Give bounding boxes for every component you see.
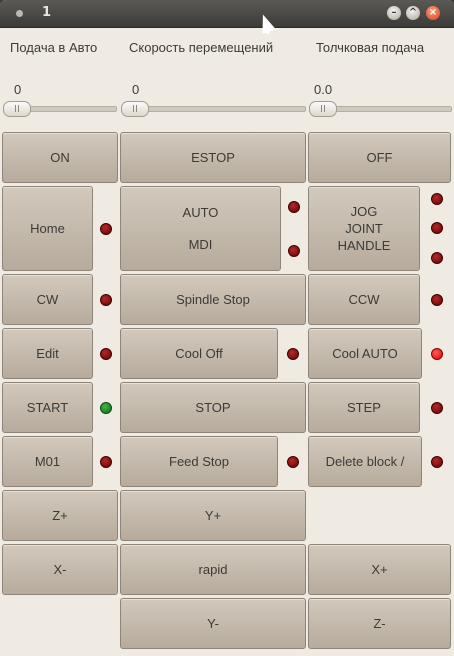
cool-auto-indicator [431, 348, 443, 360]
feed-auto-label: Подача в Авто [10, 40, 98, 55]
edit-button[interactable]: Edit [2, 328, 93, 379]
rapid-speed-slider-handle[interactable] [121, 101, 149, 117]
cool-auto-button[interactable]: Cool AUTO [308, 328, 422, 379]
mouse-cursor-icon [256, 12, 276, 34]
feed-auto-value: 0 [14, 82, 22, 97]
joint-label: JOINT [345, 221, 383, 236]
start-button[interactable]: START [2, 382, 93, 433]
title-bar: 1 – ^ × [0, 0, 454, 34]
mdi-indicator [288, 245, 300, 257]
jog-label: JOG [350, 204, 378, 219]
m01-indicator [100, 456, 112, 468]
z-plus-button[interactable]: Z+ [2, 490, 118, 541]
rapid-button[interactable]: rapid [120, 544, 306, 595]
delete-block-button[interactable]: Delete block / [308, 436, 422, 487]
joint-indicator [431, 222, 443, 234]
jog-feed-slider-handle[interactable] [309, 101, 337, 117]
cool-off-button[interactable]: Cool Off [120, 328, 278, 379]
feed-stop-button[interactable]: Feed Stop [120, 436, 278, 487]
mode-button[interactable]: AUTO MDI [120, 186, 281, 271]
minimize-button[interactable]: – [387, 6, 401, 20]
rapid-speed-value: 0 [132, 82, 140, 97]
delete-block-indicator [431, 456, 443, 468]
close-button[interactable]: × [426, 6, 440, 20]
handle-indicator [431, 252, 443, 264]
y-minus-button[interactable]: Y- [120, 598, 306, 649]
ccw-button[interactable]: CCW [308, 274, 420, 325]
auto-indicator [288, 201, 300, 213]
x-minus-button[interactable]: X- [2, 544, 118, 595]
feed-stop-indicator [287, 456, 299, 468]
jog-indicator [431, 193, 443, 205]
x-plus-button[interactable]: X+ [308, 544, 451, 595]
auto-label: AUTO [182, 205, 219, 220]
ccw-indicator [431, 294, 443, 306]
maximize-button[interactable]: ^ [406, 6, 420, 20]
home-button[interactable]: Home [2, 186, 93, 271]
y-plus-button[interactable]: Y+ [120, 490, 306, 541]
jog-feed-label: Толчковая подача [316, 40, 425, 55]
home-indicator [100, 223, 112, 235]
cw-button[interactable]: CW [2, 274, 93, 325]
stop-button[interactable]: STOP [120, 382, 306, 433]
mdi-label: MDI [188, 237, 213, 252]
cool-off-indicator [287, 348, 299, 360]
step-indicator [431, 402, 443, 414]
jog-mode-button[interactable]: JOG JOINT HANDLE [308, 186, 420, 271]
rapid-speed-label: Скорость перемещений [129, 40, 274, 55]
jog-feed-value: 0.0 [314, 82, 333, 97]
window-title: 1 [42, 5, 52, 20]
on-button[interactable]: ON [2, 132, 118, 183]
spindle-stop-button[interactable]: Spindle Stop [120, 274, 306, 325]
estop-button[interactable]: ESTOP [120, 132, 306, 183]
z-minus-button[interactable]: Z- [308, 598, 451, 649]
off-button[interactable]: OFF [308, 132, 451, 183]
step-button[interactable]: STEP [308, 382, 420, 433]
feed-auto-slider-handle[interactable] [3, 101, 31, 117]
edit-indicator [100, 348, 112, 360]
app-window: 1 – ^ × Подача в Авто Скорость перемещен… [0, 0, 454, 656]
m01-button[interactable]: M01 [2, 436, 93, 487]
cw-indicator [100, 294, 112, 306]
app-menu-icon[interactable] [16, 10, 23, 17]
start-indicator [100, 402, 112, 414]
handle-label: HANDLE [337, 238, 391, 253]
